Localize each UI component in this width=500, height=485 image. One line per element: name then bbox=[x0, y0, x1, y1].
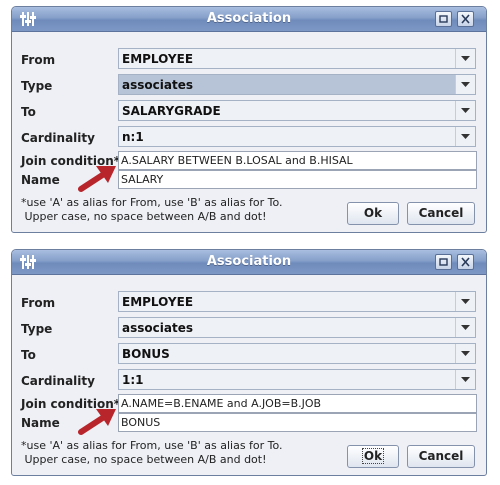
from-value: EMPLOYEE bbox=[122, 52, 194, 66]
name-label: Name bbox=[21, 173, 60, 187]
dropdown-arrow[interactable] bbox=[455, 292, 475, 311]
cardinality-value: n:1 bbox=[122, 130, 144, 144]
type-value: associates bbox=[122, 321, 193, 335]
to-combobox[interactable]: SALARYGRADE bbox=[118, 100, 476, 121]
type-value: associates bbox=[122, 78, 193, 92]
annotation-arrow-icon bbox=[78, 409, 116, 435]
from-combobox[interactable]: EMPLOYEE bbox=[118, 291, 476, 312]
restore-icon bbox=[439, 15, 448, 23]
dialog-title: Association bbox=[206, 11, 292, 26]
dropdown-arrow[interactable] bbox=[455, 344, 475, 363]
association-dialog: Association From EMPLOYEE Type associate… bbox=[11, 249, 487, 476]
chevron-down-icon bbox=[461, 82, 470, 87]
join-condition-field[interactable]: A.SALARY BETWEEN B.LOSAL and B.HISAL bbox=[118, 151, 477, 170]
hint-line-2: Upper case, no space between A/B and dot… bbox=[21, 453, 267, 466]
to-label: To bbox=[21, 348, 36, 362]
from-value: EMPLOYEE bbox=[122, 295, 194, 309]
hint-line-1: *use 'A' as alias for From, use 'B' as a… bbox=[21, 196, 283, 209]
close-button[interactable] bbox=[457, 11, 474, 27]
ok-button-label: Ok bbox=[361, 448, 385, 464]
hint-text: *use 'A' as alias for From, use 'B' as a… bbox=[21, 196, 283, 224]
dropdown-arrow[interactable] bbox=[455, 127, 475, 146]
chevron-down-icon bbox=[461, 56, 470, 61]
close-icon bbox=[461, 257, 470, 267]
ok-button[interactable]: Ok bbox=[347, 445, 399, 468]
dialog-title: Association bbox=[206, 254, 292, 269]
name-field[interactable]: BONUS bbox=[118, 413, 477, 432]
ok-button[interactable]: Ok bbox=[347, 202, 399, 225]
dropdown-arrow[interactable] bbox=[455, 370, 475, 389]
to-value: SALARYGRADE bbox=[122, 104, 221, 118]
dropdown-arrow[interactable] bbox=[455, 101, 475, 120]
close-icon bbox=[461, 14, 470, 24]
hint-line-1: *use 'A' as alias for From, use 'B' as a… bbox=[21, 439, 283, 452]
chevron-down-icon bbox=[461, 108, 470, 113]
join-condition-field[interactable]: A.NAME=B.ENAME and A.JOB=B.JOB bbox=[118, 394, 477, 413]
to-value: BONUS bbox=[122, 347, 170, 361]
name-label: Name bbox=[21, 416, 60, 430]
type-combobox[interactable]: associates bbox=[118, 74, 476, 95]
from-combobox[interactable]: EMPLOYEE bbox=[118, 48, 476, 69]
type-combobox[interactable]: associates bbox=[118, 317, 476, 338]
title-bar[interactable]: Association bbox=[12, 7, 486, 32]
dropdown-arrow[interactable] bbox=[455, 49, 475, 68]
annotation-arrow-icon bbox=[78, 166, 116, 192]
from-label: From bbox=[21, 296, 56, 310]
restore-icon bbox=[439, 258, 448, 266]
association-dialog: Association From EMPLOYEE Type associate… bbox=[11, 6, 487, 233]
chevron-down-icon bbox=[461, 351, 470, 356]
hint-line-2: Upper case, no space between A/B and dot… bbox=[21, 210, 267, 223]
hint-text: *use 'A' as alias for From, use 'B' as a… bbox=[21, 439, 283, 467]
cardinality-combobox[interactable]: n:1 bbox=[118, 126, 476, 147]
chevron-down-icon bbox=[461, 377, 470, 382]
cancel-button[interactable]: Cancel bbox=[407, 202, 475, 225]
cardinality-combobox[interactable]: 1:1 bbox=[118, 369, 476, 390]
restore-button[interactable] bbox=[435, 11, 452, 27]
title-bar[interactable]: Association bbox=[12, 250, 486, 275]
type-label: Type bbox=[21, 79, 53, 93]
close-button[interactable] bbox=[457, 254, 474, 270]
chevron-down-icon bbox=[461, 134, 470, 139]
from-label: From bbox=[21, 53, 56, 67]
cardinality-label: Cardinality bbox=[21, 131, 95, 145]
chevron-down-icon bbox=[461, 325, 470, 330]
dropdown-arrow[interactable] bbox=[455, 318, 475, 337]
cardinality-value: 1:1 bbox=[122, 373, 144, 387]
to-label: To bbox=[21, 105, 36, 119]
to-combobox[interactable]: BONUS bbox=[118, 343, 476, 364]
cardinality-label: Cardinality bbox=[21, 374, 95, 388]
restore-button[interactable] bbox=[435, 254, 452, 270]
dropdown-arrow[interactable] bbox=[455, 75, 475, 94]
cancel-button[interactable]: Cancel bbox=[407, 445, 475, 468]
type-label: Type bbox=[21, 322, 53, 336]
name-field[interactable]: SALARY bbox=[118, 170, 477, 189]
chevron-down-icon bbox=[461, 299, 470, 304]
